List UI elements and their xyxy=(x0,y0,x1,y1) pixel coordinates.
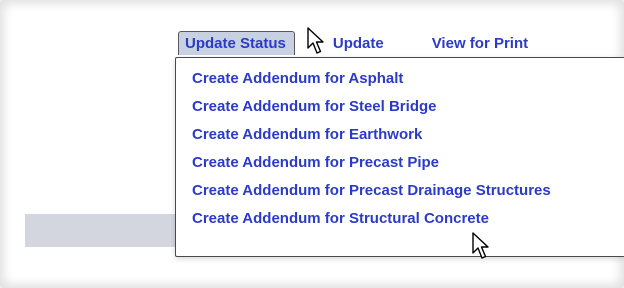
update-link[interactable]: Update xyxy=(333,35,384,52)
menu-item-addendum-precast-drainage[interactable]: Create Addendum for Precast Drainage Str… xyxy=(176,177,624,205)
update-status-tab[interactable]: Update Status xyxy=(178,31,295,55)
view-for-print-link[interactable]: View for Print xyxy=(432,35,528,52)
menu-item-addendum-earthwork[interactable]: Create Addendum for Earthwork xyxy=(176,121,624,149)
toolbar: Update Status Update View for Print xyxy=(178,30,528,56)
menu-item-addendum-structural-concrete[interactable]: Create Addendum for Structural Concrete xyxy=(176,205,624,233)
menu-item-addendum-asphalt[interactable]: Create Addendum for Asphalt xyxy=(176,65,624,93)
menu-item-addendum-precast-pipe[interactable]: Create Addendum for Precast Pipe xyxy=(176,149,624,177)
grey-band xyxy=(25,214,175,247)
update-status-dropdown: Create Addendum for Asphalt Create Adden… xyxy=(175,57,624,257)
menu-item-addendum-steel-bridge[interactable]: Create Addendum for Steel Bridge xyxy=(176,93,624,121)
dropdown-menu-list: Create Addendum for Asphalt Create Adden… xyxy=(176,58,624,233)
